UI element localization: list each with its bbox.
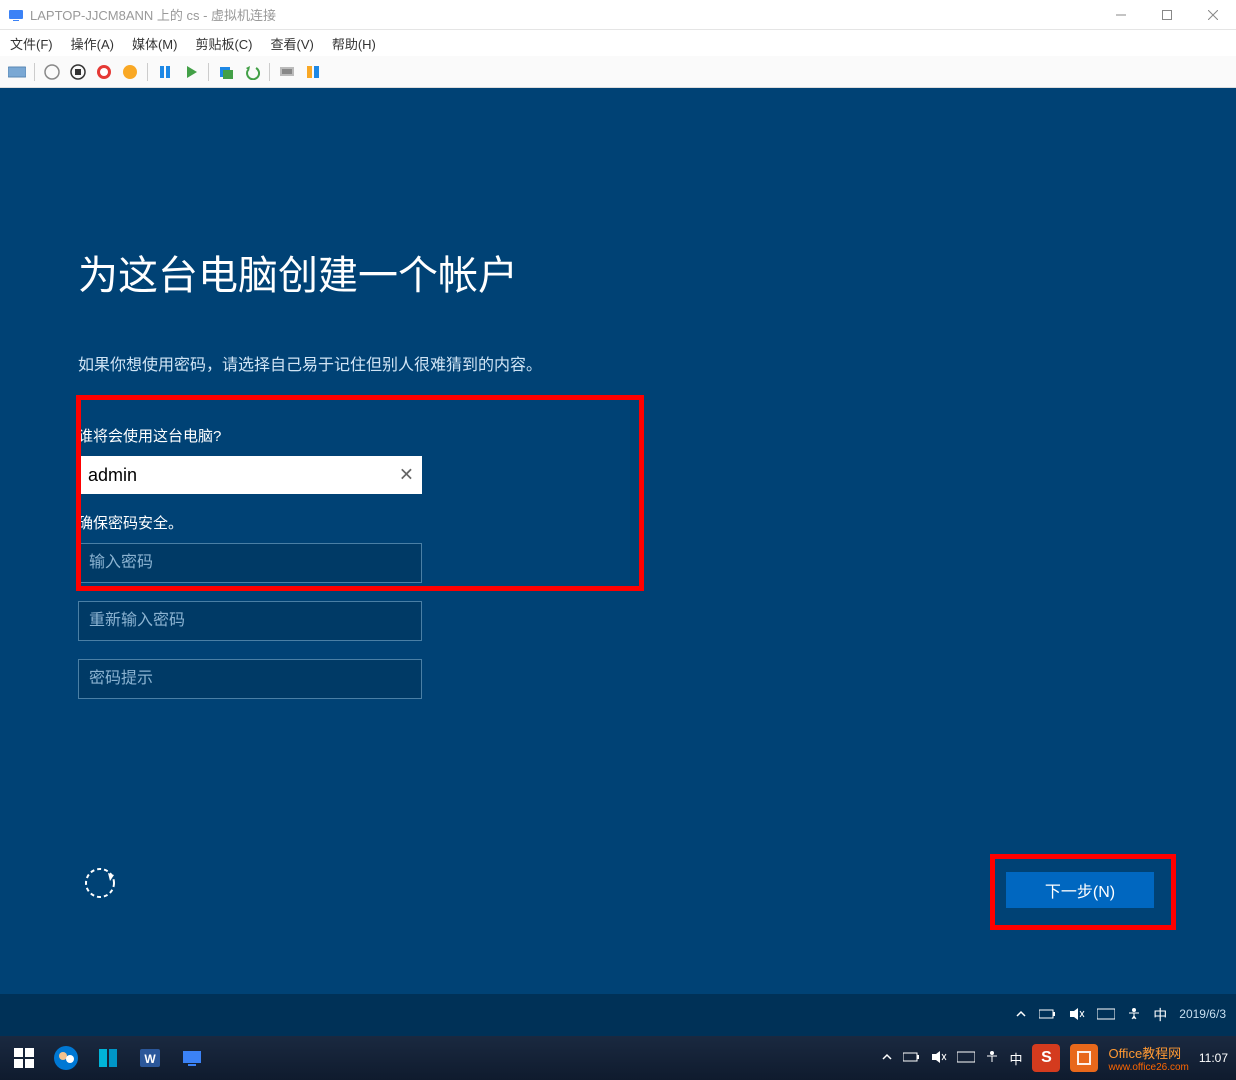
volume-mute-icon[interactable]	[1069, 1007, 1085, 1024]
minimize-button[interactable]	[1098, 0, 1144, 30]
oobe-panel: 为这台电脑创建一个帐户 如果你想使用密码，请选择自己易于记住但别人很难猜到的内容…	[78, 243, 1158, 717]
keyboard-icon[interactable]	[957, 1051, 975, 1066]
ime-indicator[interactable]: 中	[1009, 1049, 1022, 1068]
sogou-ime-icon[interactable]: S	[1032, 1044, 1060, 1072]
menu-media[interactable]: 媒体(M)	[132, 34, 178, 53]
word-app-icon[interactable]: W	[134, 1042, 166, 1074]
shutdown-icon[interactable]	[93, 61, 115, 83]
clear-icon[interactable]: ✕	[399, 465, 414, 486]
menu-bar: 文件(F) 操作(A) 媒体(M) 剪贴板(C) 查看(V) 帮助(H)	[0, 30, 1236, 56]
vm-app-icon[interactable]	[176, 1042, 208, 1074]
next-button[interactable]: 下一步(N)	[1006, 872, 1154, 908]
toolbar-separator	[34, 63, 35, 81]
hyperv-app-icon[interactable]	[92, 1042, 124, 1074]
maximize-button[interactable]	[1144, 0, 1190, 30]
window-titlebar: LAPTOP-JJCM8ANN 上的 cs - 虚拟机连接	[0, 0, 1236, 30]
chevron-up-icon[interactable]	[1015, 1007, 1027, 1023]
chevron-up-icon[interactable]	[881, 1051, 893, 1066]
toolbar-separator	[208, 63, 209, 81]
username-wrapper: ✕	[78, 456, 422, 494]
vm-date[interactable]: 2019/6/3	[1179, 1008, 1226, 1021]
ease-of-access-icon[interactable]	[82, 865, 118, 901]
stop-icon[interactable]	[67, 61, 89, 83]
reenter-password-input[interactable]	[78, 601, 422, 641]
ease-access-icon[interactable]	[985, 1050, 999, 1067]
password-section-label: 确保密码安全。	[78, 512, 1158, 533]
office-icon[interactable]	[1070, 1044, 1098, 1072]
menu-file[interactable]: 文件(F)	[10, 34, 53, 53]
start-button[interactable]	[8, 1042, 40, 1074]
save-icon[interactable]	[119, 61, 141, 83]
vm-icon	[8, 7, 24, 23]
enhanced-session-icon[interactable]	[276, 61, 298, 83]
page-title: 为这台电脑创建一个帐户	[78, 243, 1158, 301]
menu-help[interactable]: 帮助(H)	[332, 34, 376, 53]
ease-access-icon[interactable]	[1127, 1007, 1141, 1024]
start-icon[interactable]	[41, 61, 63, 83]
close-button[interactable]	[1190, 0, 1236, 30]
host-tray: 中 S Office教程网 www.office26.com 11:07	[881, 1043, 1228, 1073]
password-input[interactable]	[78, 543, 422, 583]
host-clock[interactable]: 11:07	[1199, 1051, 1228, 1065]
host-taskbar: W 中 S Office教程网 www.office26.com 11:07	[0, 1036, 1236, 1080]
battery-icon[interactable]	[1039, 1007, 1057, 1023]
pause-icon[interactable]	[154, 61, 176, 83]
menu-action[interactable]: 操作(A)	[71, 34, 114, 53]
toolbar-separator	[269, 63, 270, 81]
people-app-icon[interactable]	[50, 1042, 82, 1074]
menu-clipboard[interactable]: 剪贴板(C)	[195, 34, 252, 53]
checkpoint-icon[interactable]	[215, 61, 237, 83]
revert-icon[interactable]	[241, 61, 263, 83]
battery-icon[interactable]	[903, 1051, 921, 1066]
watermark: Office教程网 www.office26.com	[1108, 1043, 1188, 1073]
vm-tray: 中 2019/6/3	[1015, 1005, 1226, 1025]
svg-text:W: W	[144, 1052, 156, 1066]
keyboard-icon[interactable]	[1097, 1007, 1115, 1023]
page-subtitle: 如果你想使用密码，请选择自己易于记住但别人很难猜到的内容。	[78, 351, 1158, 375]
vm-taskbar: 中 2019/6/3	[0, 994, 1236, 1036]
toolbar	[0, 56, 1236, 88]
share-icon[interactable]	[302, 61, 324, 83]
menu-view[interactable]: 查看(V)	[271, 34, 314, 53]
volume-mute-icon[interactable]	[931, 1050, 947, 1067]
play-icon[interactable]	[180, 61, 202, 83]
vm-display: 为这台电脑创建一个帐户 如果你想使用密码，请选择自己易于记住但别人很难猜到的内容…	[0, 88, 1236, 1036]
username-input[interactable]	[78, 456, 422, 494]
ctrl-alt-del-icon[interactable]	[6, 61, 28, 83]
ime-indicator[interactable]: 中	[1153, 1005, 1167, 1025]
who-label: 谁将会使用这台电脑?	[78, 425, 1158, 446]
window-title: LAPTOP-JJCM8ANN 上的 cs - 虚拟机连接	[30, 5, 276, 24]
toolbar-separator	[147, 63, 148, 81]
password-hint-input[interactable]	[78, 659, 422, 699]
